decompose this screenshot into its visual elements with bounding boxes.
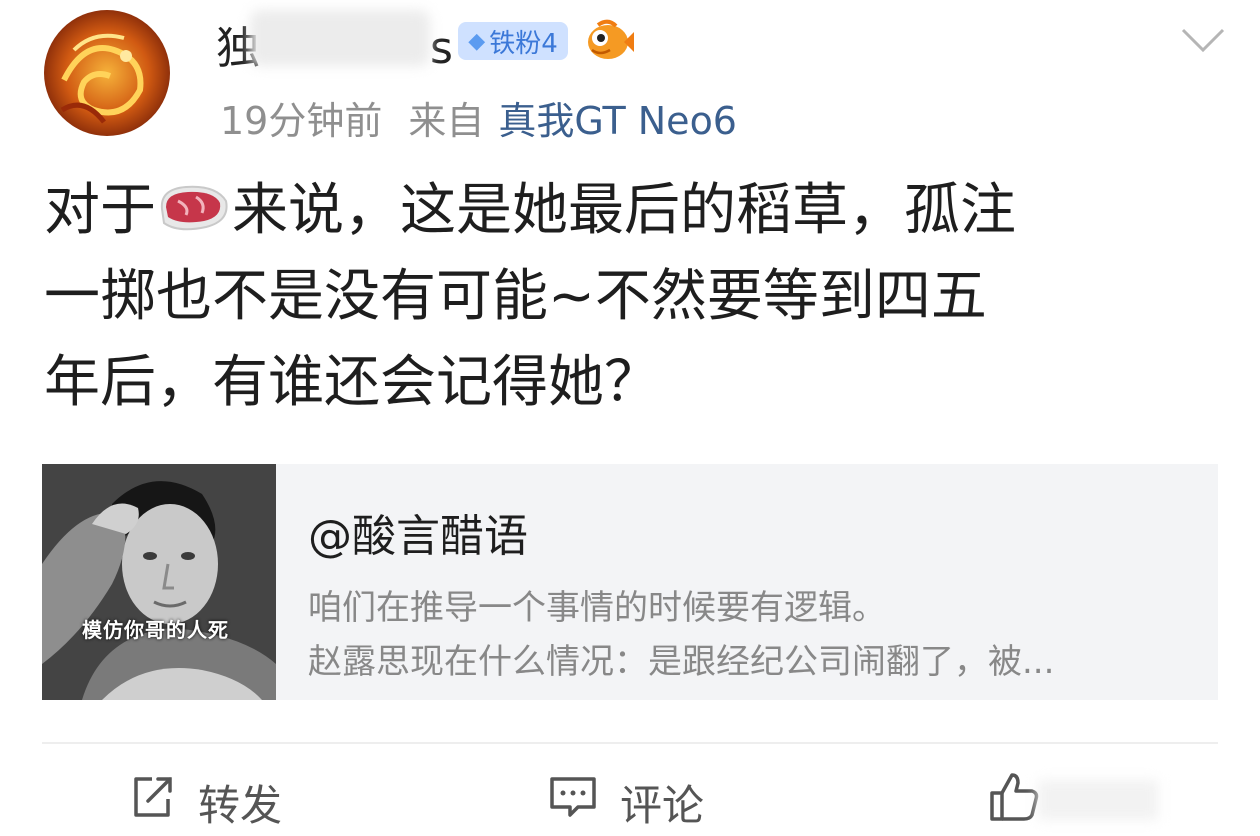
post-line2: 一掷也不是没有可能~不然要等到四五 [44,264,987,329]
fan-badge-label: 铁粉4 [489,28,558,59]
comment-button[interactable]: 评论 [548,772,704,832]
comment-label: 评论 [620,780,705,830]
quoted-thumbnail: 模仿你哥的人死 [42,464,276,700]
from-label: 来自 [408,99,485,143]
like-button[interactable] [988,772,1040,832]
post-line1-end: 来说，这是她最后的稻草，孤注 [232,178,1016,243]
chevron-down-icon[interactable] [1180,26,1226,54]
post-line3: 年后，有谁还会记得她？ [44,350,660,415]
thumbnail-caption: 模仿你哥的人死 [82,618,229,642]
username-redaction [250,10,430,66]
like-count-redaction [1038,780,1158,820]
repost-button[interactable]: 转发 [128,772,282,832]
quoted-author[interactable]: @酸言醋语 [308,500,528,564]
fish-icon [584,16,634,64]
thumbs-up-icon [988,771,1040,833]
comment-icon [548,773,598,831]
fan-badge[interactable]: ◆ 铁粉4 [458,22,568,60]
diamond-icon: ◆ [468,28,486,54]
steak-emoji [156,174,232,231]
repost-icon [128,773,176,831]
quoted-text-line2: 赵露思现在什么情况：是跟经纪公司闹翻了，被... [308,642,1055,682]
post-time: 19分钟前 [220,99,383,143]
repost-label: 转发 [198,780,283,830]
avatar[interactable] [44,10,170,136]
quoted-text-line1: 咱们在推导一个事情的时候要有逻辑。 [308,588,886,628]
quoted-post-card[interactable]: 模仿你哥的人死 @酸言醋语 咱们在推导一个事情的时候要有逻辑。 赵露思现在什么情… [42,464,1218,700]
post-line1-start: 对于 [44,178,156,243]
divider [42,742,1218,744]
username-end: s [430,23,453,74]
post-meta: 19分钟前 来自 真我GT Neo6 [220,90,763,145]
post-text: 对于 来说，这是她最后的稻草，孤注 一掷也不是没有可能~不然要等到四五 年后，有… [44,168,1234,426]
device-link[interactable]: 真我GT Neo6 [498,99,737,143]
